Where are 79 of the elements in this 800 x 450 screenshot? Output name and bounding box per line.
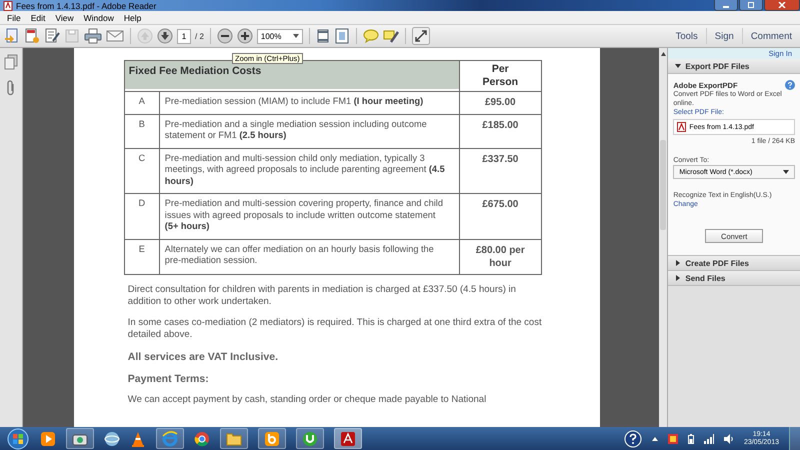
- table-cell: A: [138, 96, 145, 106]
- heading: Payment Terms:: [128, 372, 210, 384]
- globe-icon[interactable]: [104, 430, 120, 446]
- section-header[interactable]: Export PDF Files: [668, 59, 800, 74]
- table-cell: £80.00 per hour: [476, 244, 525, 268]
- table-cell: B: [138, 118, 145, 128]
- close-icon: [778, 2, 786, 8]
- toolbar-tab[interactable]: Sign: [710, 30, 738, 42]
- media-player-icon[interactable]: [40, 430, 56, 446]
- create-pdf-icon[interactable]: [4, 28, 20, 44]
- triangle-icon: [675, 63, 682, 69]
- toolbar-tab[interactable]: Tools: [672, 30, 702, 42]
- fit-page-icon[interactable]: [316, 28, 330, 44]
- table-header: Per Person: [458, 61, 541, 91]
- up-arrow-icon[interactable]: [660, 52, 666, 56]
- table-cell: Pre-mediation and multi-session child only mediation, typically 3 meetings, with agreed proposals to include parenting agreement (4.5 hours): [164, 152, 445, 186]
- letter-b-icon[interactable]: [264, 430, 280, 446]
- section-header[interactable]: Send Files: [668, 271, 800, 286]
- start-button[interactable]: [6, 428, 30, 450]
- caret-icon: [292, 34, 299, 38]
- maximize-button[interactable]: [739, 0, 763, 11]
- battery-icon[interactable]: [688, 434, 694, 444]
- browser-icon[interactable]: [162, 430, 178, 446]
- close-button[interactable]: [764, 0, 800, 11]
- tray-app-icon[interactable]: [668, 434, 678, 444]
- paragraph: Direct consultation for children with parents in mediation is charged at £337.50 (4.5 hours) in addition to other work undertaken.: [128, 284, 517, 308]
- minimize-button[interactable]: [714, 0, 738, 11]
- page-view-icon[interactable]: [334, 28, 350, 44]
- edit-document-icon[interactable]: [44, 28, 60, 44]
- zoom-out-icon[interactable]: [216, 28, 233, 44]
- menu-item[interactable]: View: [50, 12, 79, 22]
- table-cell: Pre-mediation and a single mediation session including outcome statement or FM1 (2.5 hours): [164, 118, 427, 140]
- document-icon: [3, 0, 13, 10]
- zoom-in-icon[interactable]: [236, 28, 253, 44]
- table-cell: Alternately we can offer mediation on an hourly basis following the pre-mediation session.: [164, 244, 434, 265]
- up-arrow-icon[interactable]: [652, 436, 658, 440]
- menu-item[interactable]: Help: [118, 12, 146, 22]
- toolbar-tab[interactable]: Comment: [746, 30, 796, 42]
- window-title: Fees from 1.4.13.pdf - Adobe Reader: [16, 0, 156, 10]
- help-icon[interactable]: [624, 430, 642, 448]
- section-header[interactable]: Create PDF Files: [668, 256, 800, 271]
- table-cell: C: [138, 152, 146, 162]
- page-total: / 2: [195, 32, 204, 40]
- envelope-icon[interactable]: [106, 29, 124, 43]
- paragraph: We can accept payment by cash, standing order or cheque made payable to National: [128, 394, 488, 406]
- printer-icon[interactable]: [84, 28, 102, 44]
- maximize-icon: [747, 2, 755, 8]
- triangle-icon: [675, 275, 682, 281]
- pdf-file-icon: [677, 122, 686, 132]
- circle-browser-icon[interactable]: [194, 430, 210, 446]
- traffic-cone-icon[interactable]: [130, 430, 146, 446]
- table-cell: Pre-mediation session (MIAM) to include FM1 (I hour meeting): [164, 96, 424, 106]
- page-number-field[interactable]: 1: [177, 28, 191, 44]
- folder-icon[interactable]: [226, 430, 242, 446]
- table-cell: £675.00: [482, 199, 518, 210]
- table-header: Fixed Fee Mediation Costs: [124, 61, 459, 89]
- show-desktop-button[interactable]: [789, 427, 800, 450]
- expand-icon[interactable]: [412, 27, 430, 45]
- menu-item[interactable]: Edit: [26, 12, 50, 22]
- menu-item[interactable]: Window: [78, 12, 119, 22]
- highlighter-icon[interactable]: [382, 28, 399, 44]
- table-cell: £337.50: [482, 154, 518, 164]
- document-icon[interactable]: [24, 28, 40, 44]
- zoom-dropdown[interactable]: 100%: [256, 28, 303, 44]
- pdf-reader-icon[interactable]: [340, 430, 356, 446]
- table-cell: £185.00: [482, 120, 518, 130]
- paragraph: In some cases co-mediation (2 mediators) is required. This is charged at one third extra of the cost detailed above.: [128, 316, 543, 340]
- triangle-icon: [675, 260, 682, 266]
- pages-icon[interactable]: [4, 54, 18, 70]
- scrollbar[interactable]: [659, 48, 668, 427]
- menu-item[interactable]: File: [2, 12, 26, 22]
- speaker-icon[interactable]: [724, 434, 734, 444]
- signal-icon[interactable]: [704, 434, 714, 444]
- heading: All services are VAT Inclusive.: [128, 350, 279, 362]
- table-cell: £95.00: [485, 97, 516, 108]
- table-cell: E: [138, 244, 145, 254]
- caret-icon: [783, 170, 789, 174]
- table-cell: D: [138, 198, 146, 208]
- table-cell: Pre-mediation and multi-session covering property, finance and child issues with agreed proposals to include written outcome statement (5+ hours): [164, 198, 443, 231]
